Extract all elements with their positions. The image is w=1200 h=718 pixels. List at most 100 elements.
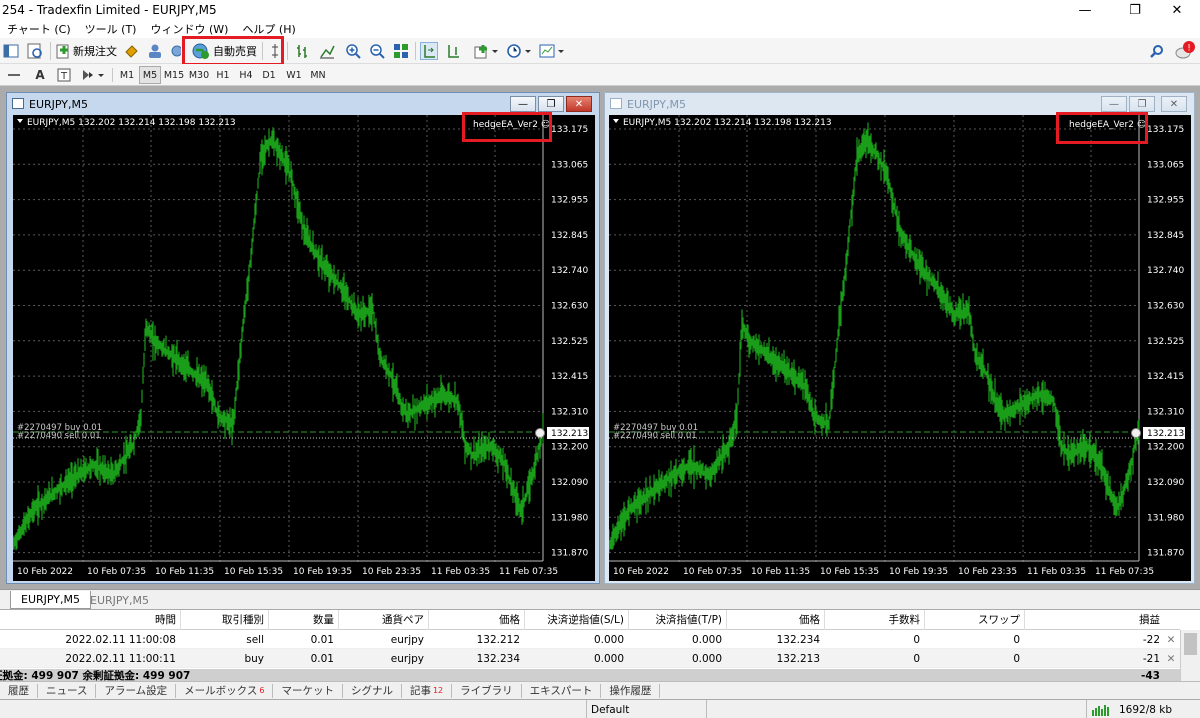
chart-window-2: EURJPY,M5 — ❐ ✕ 133.175 133.065 132.955 132… (604, 92, 1195, 584)
terminal-tab-5[interactable]: シグナル (343, 683, 402, 698)
timeframe-m5[interactable]: M5 (139, 66, 161, 84)
maximize-button[interactable]: ❐ (1112, 0, 1158, 20)
cell-swap: 0 (1013, 633, 1020, 646)
col-time[interactable]: 時間 (0, 610, 180, 629)
chart-tab-2[interactable]: EURJPY,M5 (80, 591, 159, 609)
current-price-marker (1131, 428, 1141, 438)
price-chart[interactable]: 133.175 133.065 132.955 132.845 132.740 132.6… (609, 115, 1191, 581)
chart-close-button[interactable]: ✕ (566, 96, 592, 112)
timeframe-h4[interactable]: H4 (235, 66, 257, 84)
terminal-tab-4[interactable]: マーケット (273, 683, 343, 698)
price-label: 133.065 (551, 160, 588, 170)
line-tool-icon[interactable] (6, 66, 22, 84)
col-type[interactable]: 取引種別 (180, 610, 268, 629)
cell-tp: 0.000 (691, 652, 722, 665)
timeframe-m30[interactable]: M30 (187, 66, 211, 84)
search-icon[interactable] (1148, 42, 1166, 60)
time-label: 10 Feb 15:35 (224, 567, 283, 577)
chart-minimize-button[interactable]: — (510, 96, 536, 112)
close-position-icon[interactable]: ✕ (1162, 649, 1180, 668)
col-profit[interactable]: 損益 (1024, 610, 1164, 629)
time-label: 10 Feb 23:35 (958, 567, 1017, 577)
notifications-icon[interactable]: ! (1174, 40, 1196, 60)
terminal-tab-9[interactable]: 操作履歴 (601, 683, 661, 698)
new-order-icon[interactable] (54, 42, 72, 60)
timeframe-d1[interactable]: D1 (258, 66, 280, 84)
window-title: 254 - Tradexfin Limited - EURJPY,M5 (2, 3, 217, 17)
col-price[interactable]: 価格 (428, 610, 524, 629)
price-label: 132.630 (1147, 302, 1184, 312)
terminal-panel: 時間 取引種別 数量 通貨ペア 価格 決済逆指値(S/L) 決済指値(T/P) … (0, 609, 1200, 682)
timeframes-dropdown-icon[interactable] (505, 42, 533, 60)
candlestick-chart-icon[interactable] (318, 42, 336, 60)
price-chart[interactable]: 133.175 133.065 132.955 132.845 132.740 132.6… (13, 115, 595, 581)
chart-restore-button[interactable]: ❐ (538, 96, 564, 112)
col-symbol[interactable]: 通貨ペア (338, 610, 428, 629)
chart-close-button[interactable]: ✕ (1161, 96, 1187, 112)
terminal-tab-3[interactable]: メールボックス 6 (176, 683, 274, 698)
history-center-icon[interactable] (122, 42, 140, 60)
terminal-tab-0[interactable]: 履歴 (0, 683, 38, 698)
terminal-tab-8[interactable]: エキスパート (522, 683, 602, 698)
menu-help[interactable]: ヘルプ (H) (235, 21, 302, 37)
cell-sl: 0.000 (593, 633, 624, 646)
price-label: 133.175 (551, 125, 588, 135)
chart-tabs: EURJPY,M5 EURJPY,M5 (0, 589, 1200, 609)
globe-icon[interactable] (168, 42, 182, 60)
current-price-label: 132.213 (1147, 429, 1184, 439)
chart-shift-icon[interactable] (444, 42, 462, 60)
time-label: 11 Feb 07:35 (1095, 567, 1154, 577)
time-label: 11 Feb 03:35 (1027, 567, 1086, 577)
scrollbar-thumb[interactable] (1184, 633, 1197, 655)
table-row[interactable]: 2022.02.11 11:00:11 buy 0.01 eurjpy 132.… (0, 649, 1180, 668)
col-sl[interactable]: 決済逆指値(S/L) (524, 610, 628, 629)
col-current-price[interactable]: 価格 (726, 610, 824, 629)
zoom-in-icon[interactable] (344, 42, 362, 60)
order-sell-label: #2270490 sell 0.01 (17, 431, 101, 441)
chart-minimize-button[interactable]: — (1101, 96, 1127, 112)
table-row[interactable]: 2022.02.11 11:00:08 sell 0.01 eurjpy 132… (0, 630, 1180, 649)
terminal-scrollbar[interactable] (1180, 630, 1200, 682)
profiles-icon[interactable] (146, 42, 164, 60)
timeframe-mn[interactable]: MN (306, 66, 330, 84)
menu-tools[interactable]: ツール (T) (78, 21, 144, 37)
navigator-icon[interactable] (26, 42, 44, 60)
text-label-tool-icon[interactable]: T (56, 66, 72, 84)
zoom-out-icon[interactable] (368, 42, 386, 60)
arrows-dropdown-icon[interactable] (80, 66, 106, 84)
timeframe-m15[interactable]: M15 (162, 66, 186, 84)
chart-restore-button[interactable]: ❐ (1129, 96, 1155, 112)
col-swap[interactable]: スワップ (924, 610, 1024, 629)
timeframe-w1[interactable]: W1 (283, 66, 305, 84)
terminal-tab-1[interactable]: ニュース (38, 683, 97, 698)
menu-window[interactable]: ウィンドウ (W) (143, 21, 235, 37)
tile-windows-icon[interactable] (392, 42, 410, 60)
timeframe-h1[interactable]: H1 (212, 66, 234, 84)
connection-icon (1092, 704, 1109, 716)
auto-scroll-icon[interactable] (420, 42, 438, 60)
minimize-button[interactable]: — (1062, 0, 1108, 20)
col-tp[interactable]: 決済指値(T/P) (628, 610, 726, 629)
templates-dropdown-icon[interactable] (538, 42, 566, 60)
timeframe-m1[interactable]: M1 (116, 66, 138, 84)
cell-time: 2022.02.11 11:00:11 (65, 652, 176, 665)
cell-type: buy (244, 652, 264, 665)
indicators-dropdown-icon[interactable] (472, 42, 500, 60)
chart-menu-icon (17, 119, 23, 123)
text-tool-icon[interactable]: A (32, 66, 48, 84)
menu-chart[interactable]: チャート (C) (0, 21, 78, 37)
terminal-tab-7[interactable]: ライブラリ (452, 683, 522, 698)
chart-tab-1[interactable]: EURJPY,M5 (10, 591, 91, 609)
bar-chart-icon[interactable] (294, 42, 312, 60)
price-label: 132.525 (1147, 337, 1184, 347)
close-position-icon[interactable]: ✕ (1162, 630, 1180, 649)
terminal-tab-2[interactable]: アラーム設定 (96, 683, 177, 698)
price-label: 132.525 (551, 337, 588, 347)
new-order-button[interactable]: 新規注文 (73, 42, 117, 60)
close-button[interactable]: ✕ (1154, 0, 1200, 20)
col-commission[interactable]: 手数料 (824, 610, 924, 629)
market-watch-icon[interactable] (2, 42, 20, 60)
terminal-tab-6[interactable]: 記事 12 (402, 683, 453, 698)
col-volume[interactable]: 数量 (268, 610, 338, 629)
cell-price: 132.234 (476, 652, 520, 665)
